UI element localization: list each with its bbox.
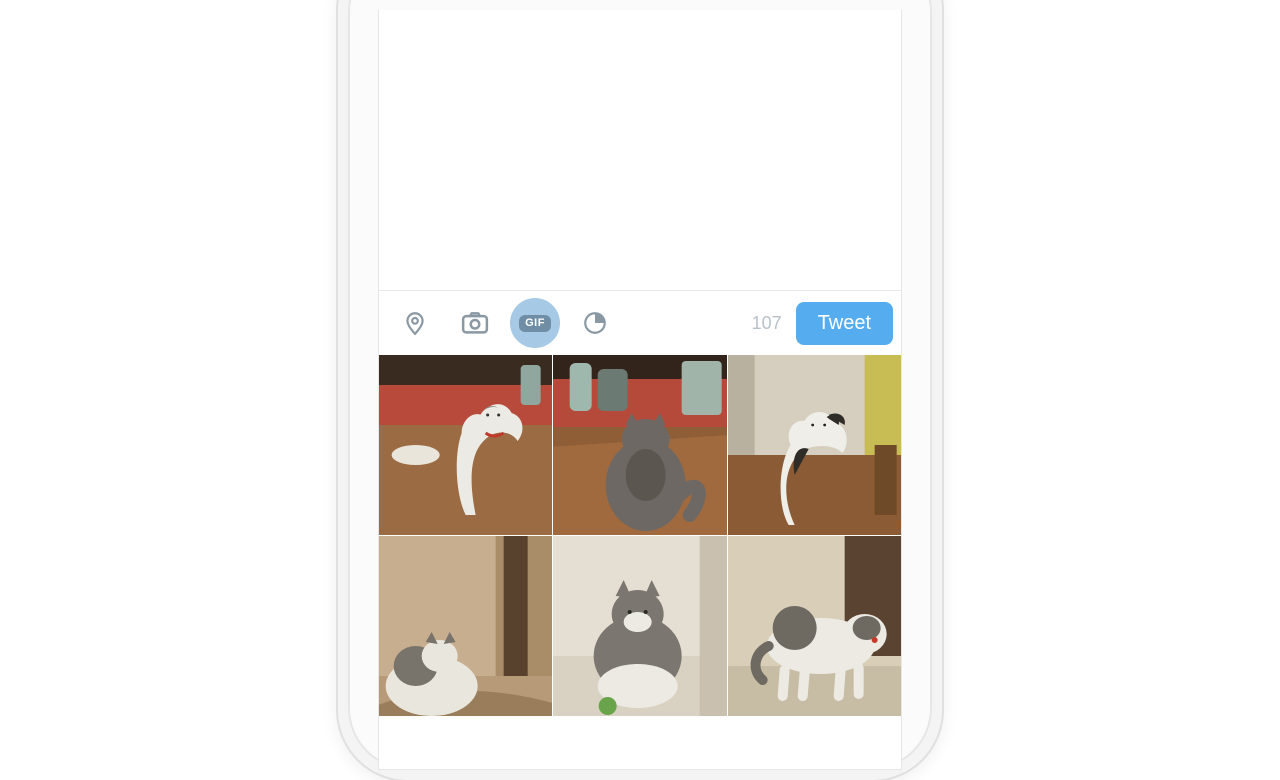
phone-frame: GIF 107 Tweet — [338, 0, 942, 780]
gif-badge: GIF — [510, 298, 560, 348]
gif-button[interactable]: GIF — [507, 295, 563, 351]
poll-button[interactable] — [567, 295, 623, 351]
pie-timer-icon — [582, 310, 608, 336]
tweet-button[interactable]: Tweet — [796, 302, 893, 345]
gallery-item[interactable] — [379, 355, 552, 535]
screen: GIF 107 Tweet — [378, 10, 902, 770]
compose-toolbar: GIF 107 Tweet — [379, 290, 901, 355]
location-pin-icon — [402, 310, 428, 336]
gallery-item[interactable] — [553, 536, 726, 716]
gallery-item[interactable] — [553, 355, 726, 535]
photo-gallery[interactable] — [379, 355, 901, 769]
gallery-item[interactable] — [379, 536, 552, 716]
gallery-item[interactable] — [728, 536, 901, 716]
location-button[interactable] — [387, 295, 443, 351]
gallery-item[interactable] — [728, 355, 901, 535]
gif-icon: GIF — [519, 315, 551, 332]
camera-button[interactable] — [447, 295, 503, 351]
camera-icon — [460, 308, 490, 338]
compose-text-area[interactable] — [379, 10, 901, 290]
phone-bezel: GIF 107 Tweet — [348, 0, 932, 770]
character-count: 107 — [752, 313, 782, 334]
